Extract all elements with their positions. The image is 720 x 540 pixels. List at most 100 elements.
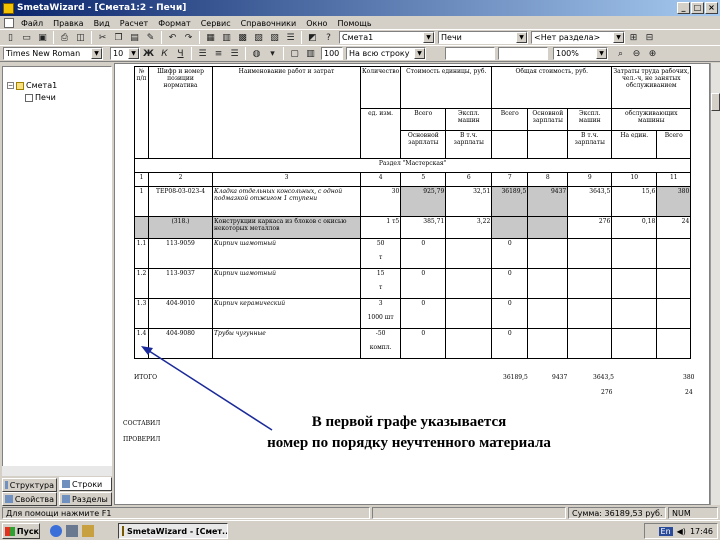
table-row[interactable]: 1.1 113-9059 Кирпич шамотный 50 т 0 0	[134, 238, 692, 269]
italic-button[interactable]: К	[157, 47, 172, 61]
open-icon[interactable]: ▭	[19, 31, 34, 45]
zoom-value-field[interactable]: 100	[321, 47, 343, 60]
table-row[interactable]: 1.3 404-9010 Кирпич керамический 3 1000 ш…	[134, 298, 692, 329]
maximize-button[interactable]: □	[691, 2, 704, 14]
document-icon[interactable]	[4, 18, 14, 28]
structure-tree-panel[interactable]: − Смета1 Печи	[2, 66, 112, 476]
menu-file[interactable]: Файл	[16, 19, 48, 28]
table-row[interactable]: 1.2 113-9037 Кирпич шамотный 15 т 0 0	[134, 268, 692, 299]
menu-view[interactable]: Вид	[89, 19, 115, 28]
zoom-select[interactable]: 100% ▼	[553, 47, 608, 60]
smeta-select[interactable]: Смета1 ▼	[339, 31, 435, 44]
document-vertical-scrollbar[interactable]	[710, 63, 720, 505]
help-icon[interactable]: ?	[321, 31, 336, 45]
tab-properties[interactable]: Свойства	[2, 492, 57, 506]
minimize-button[interactable]: _	[677, 2, 690, 14]
menu-format[interactable]: Формат	[153, 19, 195, 28]
tree-icon[interactable]: ⊞	[626, 31, 641, 45]
volume-icon[interactable]: ◀)	[677, 527, 686, 536]
column-icon[interactable]: ▥	[303, 47, 318, 61]
align-right-icon[interactable]: ☰	[227, 47, 242, 61]
totals-c8: 9437	[552, 374, 568, 381]
division-select-value: <Нет раздела>	[534, 33, 601, 42]
insert-row-icon[interactable]: ▦	[203, 31, 218, 45]
cell-c5: 0	[400, 298, 447, 329]
tab-sections[interactable]: Разделы	[59, 492, 112, 506]
desktop-icon[interactable]	[66, 525, 78, 537]
properties-icon	[5, 495, 13, 503]
align-center-icon[interactable]: ≡	[211, 47, 226, 61]
start-button[interactable]: Пуск	[2, 523, 40, 539]
language-indicator[interactable]: En	[658, 526, 673, 536]
redo-icon[interactable]: ↷	[181, 31, 196, 45]
table-row[interactable]: (318.) Конструкции каркаса из блоков с о…	[134, 216, 692, 239]
zoom-out-icon[interactable]: ⊖	[629, 47, 644, 61]
print-icon[interactable]: ⎙	[57, 31, 72, 45]
new-doc-icon[interactable]: ▯	[3, 31, 18, 45]
cut-icon[interactable]: ✂	[95, 31, 110, 45]
paste-icon[interactable]: ▤	[127, 31, 142, 45]
underline-button[interactable]: Ч	[173, 47, 188, 61]
table-icon[interactable]: ▩	[235, 31, 250, 45]
tree-item-pechi[interactable]: Печи	[25, 93, 56, 102]
close-button[interactable]: ×	[705, 2, 718, 14]
division-select[interactable]: <Нет раздела> ▼	[531, 31, 625, 44]
search-icon[interactable]: ⌕	[613, 47, 628, 61]
properties-icon[interactable]: ◩	[305, 31, 320, 45]
menu-help[interactable]: Помощь	[332, 19, 376, 28]
tree-item-smeta[interactable]: − Смета1	[7, 81, 57, 90]
align-left-icon[interactable]: ☰	[195, 47, 210, 61]
bold-button[interactable]: Ж	[141, 47, 156, 61]
chevron-down-icon[interactable]: ▼	[613, 32, 624, 43]
cell-qty: -50	[375, 330, 386, 337]
taskbar-item-smetawizard[interactable]: SmetaWizard - [Смет...	[118, 523, 228, 539]
zoom-mode-select[interactable]: На всю строку ▼	[346, 47, 426, 60]
grid-icon[interactable]: ▨	[251, 31, 266, 45]
menu-calc[interactable]: Расчет	[115, 19, 153, 28]
save-icon[interactable]: ▣	[35, 31, 50, 45]
copy-icon[interactable]: ❐	[111, 31, 126, 45]
column-number-row: 1 2 3 4 5 6 7 8 9 10 11	[134, 172, 692, 187]
font-size-select[interactable]: 10 ▼	[110, 47, 140, 60]
chevron-down-icon[interactable]: ▼	[414, 48, 425, 59]
chevron-down-icon[interactable]: ▼	[91, 48, 102, 59]
collapse-icon[interactable]: −	[7, 82, 14, 89]
undo-icon[interactable]: ↶	[165, 31, 180, 45]
calc-icon[interactable]: ▧	[267, 31, 282, 45]
preview-icon[interactable]: ◫	[73, 31, 88, 45]
format-icon[interactable]: ✎	[143, 31, 158, 45]
ie-icon[interactable]	[50, 525, 62, 537]
menu-references[interactable]: Справочники	[236, 19, 302, 28]
chevron-down-icon[interactable]: ▼	[128, 48, 139, 59]
menu-edit[interactable]: Правка	[48, 19, 88, 28]
chevron-down-icon[interactable]: ▼	[596, 48, 607, 59]
blank-field[interactable]	[445, 47, 495, 60]
chevron-down-icon[interactable]: ▼	[423, 32, 434, 43]
menu-service[interactable]: Сервис	[196, 19, 236, 28]
tab-structure[interactable]: Структура	[2, 478, 57, 492]
outlook-icon[interactable]	[82, 525, 94, 537]
cell-code: 404-9080	[148, 328, 213, 359]
chevron-down-icon[interactable]: ▼	[516, 32, 527, 43]
app-icon[interactable]	[3, 2, 14, 14]
table-row[interactable]: 1.4 404-9080 Трубы чугунные -50 компл. 0 …	[134, 328, 692, 359]
section-select[interactable]: Печи ▼	[438, 31, 528, 44]
window-title-bar[interactable]: SmetaWizard - [Смета1:2 - Печи] _ □ ×	[0, 0, 720, 16]
tree-horizontal-scrollbar[interactable]	[2, 466, 112, 476]
border-icon[interactable]: ▢	[287, 47, 302, 61]
fill-icon[interactable]: ▾	[265, 47, 280, 61]
clock[interactable]: 17:46	[690, 527, 713, 536]
color-icon[interactable]: ◍	[249, 47, 264, 61]
blank-field-2[interactable]	[498, 47, 548, 60]
table-row[interactable]: 1 ТЕР08-03-023-4 Кладка отдельных консол…	[134, 186, 692, 217]
folder-icon	[16, 81, 24, 90]
toolbar-separator	[191, 47, 192, 60]
zoom-in-icon[interactable]: ⊕	[645, 47, 660, 61]
tab-rows[interactable]: Строки	[59, 477, 112, 491]
menu-window[interactable]: Окно	[301, 19, 332, 28]
scroll-thumb[interactable]	[711, 93, 720, 111]
delete-row-icon[interactable]: ▥	[219, 31, 234, 45]
expand-icon[interactable]: ⊟	[642, 31, 657, 45]
list-icon[interactable]: ☰	[283, 31, 298, 45]
font-select[interactable]: Times New Roman ▼	[3, 47, 103, 60]
